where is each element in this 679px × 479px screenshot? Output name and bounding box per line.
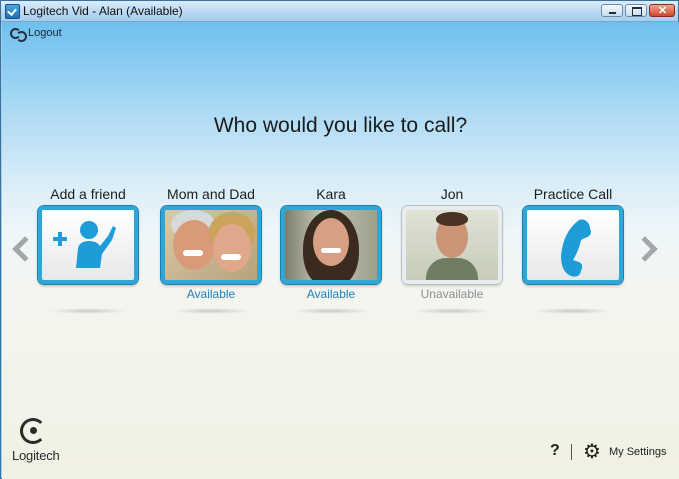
contact-name: Jon (440, 186, 464, 202)
contact-name: Mom and Dad (167, 186, 255, 202)
settings-label: My Settings (609, 446, 667, 458)
scroll-left-arrow-icon[interactable] (10, 234, 28, 264)
tile-shadow (412, 308, 492, 314)
contact-avatar[interactable] (161, 206, 261, 284)
main-panel: Logout Who would you like to call? Add a… (2, 22, 679, 479)
window-title: Logitech Vid - Alan (Available) (23, 4, 183, 18)
phone-icon (561, 219, 591, 277)
my-settings-button[interactable]: ⚙ My Settings (583, 442, 666, 462)
app-window: Logitech Vid - Alan (Available) Logout W… (0, 0, 679, 479)
contact-avatar[interactable] (402, 206, 502, 284)
contact-name: Kara (316, 186, 346, 202)
contact-status (520, 286, 626, 302)
contact-status: Available (306, 287, 356, 301)
contact-add-friend[interactable]: Add a friend (35, 185, 141, 314)
contact-status (35, 286, 141, 302)
title-bar[interactable]: Logitech Vid - Alan (Available) (1, 1, 678, 22)
contact-photo (285, 210, 377, 280)
contact-name: Add a friend (50, 186, 126, 202)
contact-photo (406, 210, 498, 280)
gear-icon: ⚙ (583, 441, 601, 463)
help-button[interactable]: ? (550, 442, 560, 460)
scroll-right-arrow-icon[interactable] (638, 234, 656, 264)
maximize-button[interactable] (625, 4, 647, 17)
contact-kara[interactable]: Kara Available (278, 185, 384, 314)
add-friend-button[interactable] (38, 206, 138, 284)
logout-button[interactable]: Logout (10, 27, 62, 42)
tile-shadow (48, 308, 128, 314)
contact-mom-and-dad[interactable]: Mom and Dad Available (158, 185, 264, 314)
logo-eye (30, 427, 37, 434)
contact-status: Unavailable (420, 287, 484, 301)
contact-name: Practice Call (533, 186, 613, 202)
tile-shadow (533, 308, 613, 314)
practice-call-button[interactable] (523, 206, 623, 284)
tile-shadow (291, 308, 371, 314)
contact-photo (165, 210, 257, 280)
tile-shadow (171, 308, 251, 314)
contact-jon[interactable]: Jon Unavailable (399, 185, 505, 314)
logitech-logo: Logitech (12, 418, 72, 464)
close-button[interactable] (649, 4, 675, 17)
contact-practice-call[interactable]: Practice Call (520, 185, 626, 314)
contact-avatar[interactable] (281, 206, 381, 284)
page-title: Who would you like to call? (213, 114, 468, 137)
app-icon (5, 4, 20, 19)
logout-icon (10, 27, 27, 42)
brand-name: Logitech (12, 448, 60, 463)
add-friend-icon (53, 221, 116, 268)
contact-status: Available (186, 287, 236, 301)
divider (571, 444, 572, 460)
logout-label: Logout (28, 27, 62, 39)
minimize-button[interactable] (601, 4, 623, 17)
